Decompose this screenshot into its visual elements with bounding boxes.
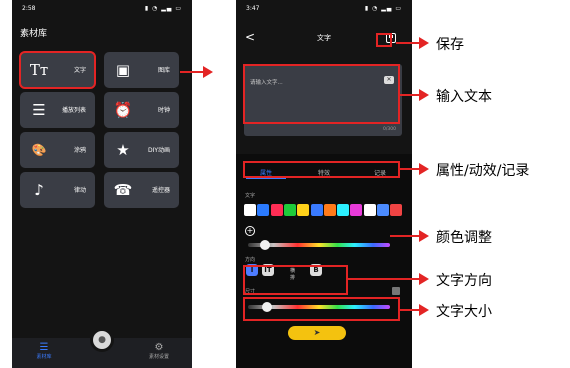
send-icon: ➤ xyxy=(313,328,321,337)
color-swatch[interactable] xyxy=(323,204,336,216)
tile-playlist[interactable]: ☰ 播放列表 xyxy=(20,92,95,128)
color-swatch[interactable] xyxy=(363,204,376,216)
tile-remote[interactable]: ☎ 遥控器 xyxy=(104,172,179,208)
size-checkbox[interactable] xyxy=(392,287,400,295)
music-note-icon: ♪ xyxy=(34,181,44,199)
arrow-line xyxy=(396,42,420,44)
color-slider[interactable] xyxy=(248,240,390,250)
status-bar: 3:47 ▮ ◔ ▂▄ ▭ xyxy=(236,0,412,16)
gallery-icon: ▣ xyxy=(115,61,131,79)
color-swatch[interactable] xyxy=(377,204,389,216)
callout-attr-effect-record: 属性/动效/记录 xyxy=(436,163,530,179)
color-slider-handle[interactable] xyxy=(260,240,270,250)
highlight-size xyxy=(243,297,400,321)
color-swatch[interactable] xyxy=(310,204,323,216)
text-color-label: 文字 xyxy=(245,193,256,199)
character-counter: 0/300 xyxy=(383,127,396,132)
arrow-head xyxy=(419,230,429,242)
highlight-tabs xyxy=(243,161,400,178)
tile-label: 文字 xyxy=(73,67,86,74)
callout-text-size: 文字大小 xyxy=(436,304,492,320)
callout-text-direction: 文字方向 xyxy=(436,273,492,289)
status-indicators: ▮ ◔ ▂▄ ▭ xyxy=(364,5,402,12)
arrow-line xyxy=(400,168,420,170)
tile-label: 播放列表 xyxy=(61,107,86,114)
playlist-icon: ☰ xyxy=(32,101,46,119)
color-swatch[interactable] xyxy=(337,204,350,216)
circle-icon: ● xyxy=(98,335,106,345)
tile-label: 涂鸦 xyxy=(73,147,86,154)
callout-save: 保存 xyxy=(436,37,464,53)
status-bar: 2:58 ▮ ◔ ▂▄ ▭ xyxy=(12,0,192,16)
highlight-text-input xyxy=(243,64,400,124)
center-action-button[interactable]: ● xyxy=(90,328,114,352)
tile-clock[interactable]: ⏰ 时钟 xyxy=(104,92,179,128)
alarm-clock-icon: ⏰ xyxy=(113,101,133,119)
settings-panel: 属性 特效 记录 文字 + 方向 I IT 横排 B 尺寸 ➤ xyxy=(236,154,412,368)
tile-gallery[interactable]: ▣ 图库 xyxy=(104,52,179,88)
tile-graffiti[interactable]: 🎨 涂鸦 xyxy=(20,132,95,168)
arrow-head xyxy=(419,273,429,285)
highlight-direction xyxy=(243,265,348,295)
arrow-head xyxy=(419,37,429,49)
nav-label: 素材设置 xyxy=(148,354,169,360)
color-swatch[interactable] xyxy=(390,204,403,216)
add-color-icon[interactable]: + xyxy=(245,226,255,236)
tile-label: DIY动画 xyxy=(147,147,170,154)
color-swatch[interactable] xyxy=(350,204,363,216)
status-indicators: ▮ ◔ ▂▄ ▭ xyxy=(144,5,182,12)
status-time: 3:47 xyxy=(246,5,260,12)
arrow-head xyxy=(203,66,213,78)
tile-label: 图库 xyxy=(157,67,170,74)
bottom-navigation: ☰ 素材库 ● ⚙ 素材设置 xyxy=(12,328,192,368)
arrow-line xyxy=(400,94,420,96)
callout-input-text: 输入文本 xyxy=(436,89,492,105)
color-swatch[interactable] xyxy=(270,204,283,216)
tile-rhythm[interactable]: ♪ 律动 xyxy=(20,172,95,208)
arrow-line xyxy=(390,235,420,237)
text-icon: Tт xyxy=(29,61,49,79)
color-swatch[interactable] xyxy=(297,204,310,216)
page-title: 素材库 xyxy=(20,29,48,39)
tile-label: 律动 xyxy=(73,187,86,194)
color-swatch[interactable] xyxy=(244,204,256,216)
send-button[interactable]: ➤ xyxy=(288,326,346,340)
palette-icon: 🎨 xyxy=(31,143,47,157)
status-time: 2:58 xyxy=(22,5,36,12)
star-icon: ★ xyxy=(116,141,130,159)
tile-label: 遥控器 xyxy=(151,187,170,194)
arrow-line xyxy=(348,278,420,280)
callout-color-adjust: 颜色调整 xyxy=(436,230,492,246)
gear-icon: ⚙ xyxy=(154,342,164,353)
tile-text[interactable]: Tт 文字 xyxy=(19,51,96,89)
arrow-head xyxy=(419,163,429,175)
nav-material-settings[interactable]: ⚙ 素材设置 xyxy=(144,342,174,360)
arrow-head xyxy=(419,304,429,316)
remote-icon: ☎ xyxy=(113,181,133,199)
highlight-save xyxy=(376,33,392,47)
color-swatch[interactable] xyxy=(257,204,270,216)
nav-material-library[interactable]: ☰ 素材库 xyxy=(34,342,54,360)
material-library-screen: 2:58 ▮ ◔ ▂▄ ▭ 素材库 Tт 文字 ▣ 图库 ☰ 播放列表 ⏰ 时钟… xyxy=(12,0,192,368)
color-swatch[interactable] xyxy=(283,204,296,216)
nav-label: 素材库 xyxy=(36,354,52,360)
list-icon: ☰ xyxy=(39,342,49,353)
arrow-head xyxy=(419,89,429,101)
tile-diy-animation[interactable]: ★ DIY动画 xyxy=(104,132,179,168)
color-swatches xyxy=(244,204,404,216)
arrow-line xyxy=(400,309,420,311)
tile-label: 时钟 xyxy=(157,107,170,114)
direction-label: 方向 xyxy=(245,257,256,263)
arrow-line xyxy=(180,71,204,73)
